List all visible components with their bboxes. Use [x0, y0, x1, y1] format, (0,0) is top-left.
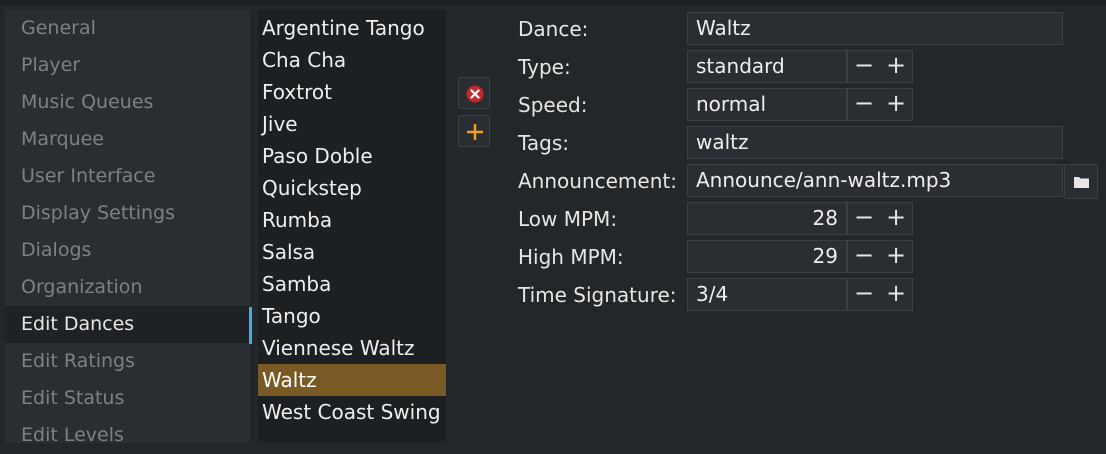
dance-list-item[interactable]: Quickstep	[258, 172, 446, 204]
type-decrement-button[interactable]: −	[848, 51, 880, 80]
dance-list-item-selected[interactable]: Waltz	[258, 364, 446, 396]
settings-nav: General Player Music Queues Marquee User…	[5, 10, 250, 446]
time-signature-decrement-button[interactable]: −	[848, 279, 880, 308]
nav-item-dialogs[interactable]: Dialogs	[5, 232, 250, 269]
remove-dance-button[interactable]	[458, 77, 490, 109]
type-increment-button[interactable]: +	[880, 51, 912, 80]
tags-label: Tags:	[518, 131, 570, 155]
dance-list-item[interactable]: Salsa	[258, 236, 446, 268]
low-mpm-stepper: − +	[847, 202, 913, 235]
remove-circle-icon	[466, 85, 484, 103]
tags-field[interactable]: waltz	[687, 126, 1063, 159]
top-border	[0, 0, 1106, 5]
type-field[interactable]: standard	[687, 50, 847, 83]
nav-item-user-interface[interactable]: User Interface	[5, 158, 250, 195]
high-mpm-field[interactable]: 29	[687, 240, 847, 273]
dance-list[interactable]: Argentine Tango Cha Cha Foxtrot Jive Pas…	[258, 10, 446, 443]
dance-list-item[interactable]: Argentine Tango	[258, 12, 446, 44]
time-signature-field[interactable]: 3/4	[687, 278, 847, 311]
type-label: Type:	[518, 55, 571, 79]
dance-list-item[interactable]: Samba	[258, 268, 446, 300]
folder-icon	[1074, 177, 1089, 188]
nav-item-music-queues[interactable]: Music Queues	[5, 84, 250, 121]
speed-increment-button[interactable]: +	[880, 89, 912, 118]
time-signature-label: Time Signature:	[518, 283, 677, 307]
high-mpm-decrement-button[interactable]: −	[848, 241, 880, 270]
dance-list-item[interactable]: Jive	[258, 108, 446, 140]
dance-list-item[interactable]: Viennese Waltz	[258, 332, 446, 364]
announcement-browse-button[interactable]	[1064, 164, 1098, 199]
low-mpm-field[interactable]: 28	[687, 202, 847, 235]
add-dance-button[interactable]	[458, 115, 490, 147]
time-signature-increment-button[interactable]: +	[880, 279, 912, 308]
dance-list-item[interactable]: Paso Doble	[258, 140, 446, 172]
nav-item-display-settings[interactable]: Display Settings	[5, 195, 250, 232]
speed-decrement-button[interactable]: −	[848, 89, 880, 118]
high-mpm-label: High MPM:	[518, 245, 624, 269]
speed-stepper: − +	[847, 88, 913, 121]
dance-list-item[interactable]: West Coast Swing	[258, 396, 446, 428]
announcement-label: Announcement:	[518, 169, 677, 193]
type-stepper: − +	[847, 50, 913, 83]
nav-item-marquee[interactable]: Marquee	[5, 121, 250, 158]
nav-item-edit-status[interactable]: Edit Status	[5, 380, 250, 417]
dance-list-item[interactable]: Tango	[258, 300, 446, 332]
nav-item-edit-ratings[interactable]: Edit Ratings	[5, 343, 250, 380]
low-mpm-label: Low MPM:	[518, 207, 618, 231]
nav-item-player[interactable]: Player	[5, 47, 250, 84]
nav-selection-indicator	[249, 307, 252, 344]
nav-item-organization[interactable]: Organization	[5, 269, 250, 306]
dance-list-item[interactable]: Foxtrot	[258, 76, 446, 108]
plus-icon	[467, 124, 483, 140]
dance-list-item[interactable]: Rumba	[258, 204, 446, 236]
speed-field[interactable]: normal	[687, 88, 847, 121]
dance-list-item[interactable]: Cha Cha	[258, 44, 446, 76]
high-mpm-increment-button[interactable]: +	[880, 241, 912, 270]
dance-label: Dance:	[518, 17, 589, 41]
high-mpm-stepper: − +	[847, 240, 913, 273]
nav-item-edit-dances[interactable]: Edit Dances	[5, 306, 250, 343]
nav-item-edit-levels[interactable]: Edit Levels	[5, 417, 250, 454]
announcement-field[interactable]: Announce/ann-waltz.mp3	[687, 164, 1063, 197]
dance-name-field[interactable]: Waltz	[687, 12, 1063, 45]
nav-item-general[interactable]: General	[5, 10, 250, 47]
low-mpm-decrement-button[interactable]: −	[848, 203, 880, 232]
time-signature-stepper: − +	[847, 278, 913, 311]
speed-label: Speed:	[518, 93, 588, 117]
low-mpm-increment-button[interactable]: +	[880, 203, 912, 232]
